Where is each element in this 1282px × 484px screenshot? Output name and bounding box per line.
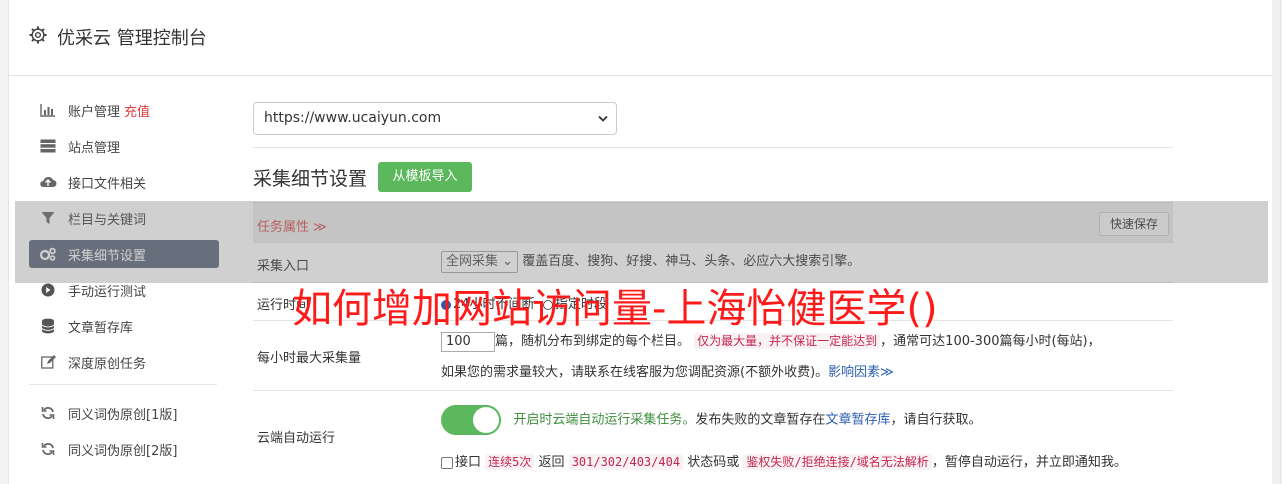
refresh-icon <box>39 441 57 457</box>
server-icon <box>39 138 57 154</box>
max-note-code: 仅为最大量，并不保证一定能达到 <box>694 333 881 349</box>
sidebar-item-synonym-v2[interactable]: 同义词伪原创[2版] <box>29 435 219 463</box>
text-status-or: 状态码或 <box>687 455 740 470</box>
cloud-auto-run-toggle[interactable] <box>441 405 501 435</box>
sidebar: 账户管理 充值 站点管理 接口文件相关 栏目与关键词 采集细节设置 手动运行测试… <box>29 96 219 471</box>
sidebar-item-account[interactable]: 账户管理 充值 <box>29 96 219 124</box>
article-store-link[interactable]: 文章暂存库 <box>825 413 890 428</box>
sidebar-item-label: 同义词伪原创[2版] <box>68 443 178 459</box>
table-row: 云端自动运行 开启时云端自动运行采集任务。发布失败的文章暂存在文章暂存库，请自行… <box>253 390 1173 480</box>
sidebar-item-article-store[interactable]: 文章暂存库 <box>29 312 219 340</box>
sidebar-item-interface[interactable]: 接口文件相关 <box>29 168 219 196</box>
play-circle-icon <box>39 282 57 298</box>
refresh-icon <box>39 405 57 421</box>
cloud-desc-2: ，请自行获取。 <box>890 412 982 428</box>
row-label: 每小时最大采集量 <box>257 351 362 366</box>
watermark-text: 如何增加网站访问量-上海怡健医学() <box>292 286 938 332</box>
sidebar-item-label: 账户管理 <box>68 104 121 120</box>
overlay-band <box>15 201 1268 283</box>
cloud-desc-1: 发布失败的文章暂存在 <box>695 412 826 428</box>
top-bar: 优采云 管理控制台 <box>9 0 1280 76</box>
code-auth-fail: 鉴权失败/拒绝连接/域名无法解析 <box>743 454 932 470</box>
site-select-value: https://www.ucaiyun.com <box>264 110 442 126</box>
row-content: 如果您的需求量较大，请联系在线客服为您调配资源(不额外收费)。影响因素≫ <box>441 361 894 380</box>
section-title: 采集细节设置 <box>253 168 368 190</box>
code-consecutive: 连续5次 <box>485 454 535 470</box>
text-return: 返回 <box>538 455 565 470</box>
sidebar-item-label: 同义词伪原创[1版] <box>68 407 178 423</box>
gear-icon <box>29 26 47 44</box>
code-status: 301/302/403/404 <box>568 454 684 470</box>
max-desc-2: ，通常可达100-300篇每小时(每站)， <box>880 334 1101 349</box>
row-label: 云端自动运行 <box>257 431 336 446</box>
sidebar-item-label: 文章暂存库 <box>68 320 134 336</box>
scrollbar[interactable] <box>1272 0 1280 484</box>
toggle-knob <box>473 407 499 433</box>
row-content: 接口 连续5次 返回 301/302/403/404 状态码或 鉴权失败/拒绝连… <box>441 451 1127 470</box>
text-pause-notify: ，暂停自动运行，并立即通知我。 <box>931 455 1127 470</box>
sidebar-item-label: 站点管理 <box>68 140 121 156</box>
import-template-button[interactable]: 从模板导入 <box>378 162 472 192</box>
factors-link[interactable]: 影响因素≫ <box>828 365 894 380</box>
sidebar-item-label: 手动运行测试 <box>68 284 147 300</box>
pause-on-error-checkbox[interactable] <box>441 456 453 469</box>
cloud-run-desc: 开启时云端自动运行采集任务。 <box>513 412 696 428</box>
sidebar-item-label: 接口文件相关 <box>68 176 147 192</box>
page-title: 优采云 管理控制台 <box>57 28 207 49</box>
max-desc-3: 如果您的需求量较大，请联系在线客服为您调配资源(不额外收费)。 <box>441 365 829 380</box>
checkbox-label: 接口 <box>455 455 482 470</box>
max-per-hour-input[interactable]: 100 <box>441 331 495 352</box>
edit-icon <box>39 354 57 370</box>
sidebar-item-sites[interactable]: 站点管理 <box>29 132 219 160</box>
bar-chart-icon <box>39 102 57 118</box>
sidebar-item-synonym-v1[interactable]: 同义词伪原创[1版] <box>29 399 219 427</box>
sidebar-divider <box>29 384 217 385</box>
cloud-upload-icon <box>39 174 57 190</box>
max-desc-1: 篇，随机分布到绑定的每个栏目。 <box>495 334 691 349</box>
sidebar-item-deep-original[interactable]: 深度原创任务 <box>29 348 219 376</box>
chevron-down-icon <box>598 115 608 122</box>
divider <box>253 147 1173 148</box>
sidebar-item-label: 深度原创任务 <box>68 356 147 372</box>
database-icon <box>39 318 57 334</box>
site-select[interactable]: https://www.ucaiyun.com <box>253 102 617 135</box>
row-content: 开启时云端自动运行采集任务。发布失败的文章暂存在文章暂存库，请自行获取。 <box>441 405 981 435</box>
recharge-link[interactable]: 充值 <box>124 101 150 120</box>
